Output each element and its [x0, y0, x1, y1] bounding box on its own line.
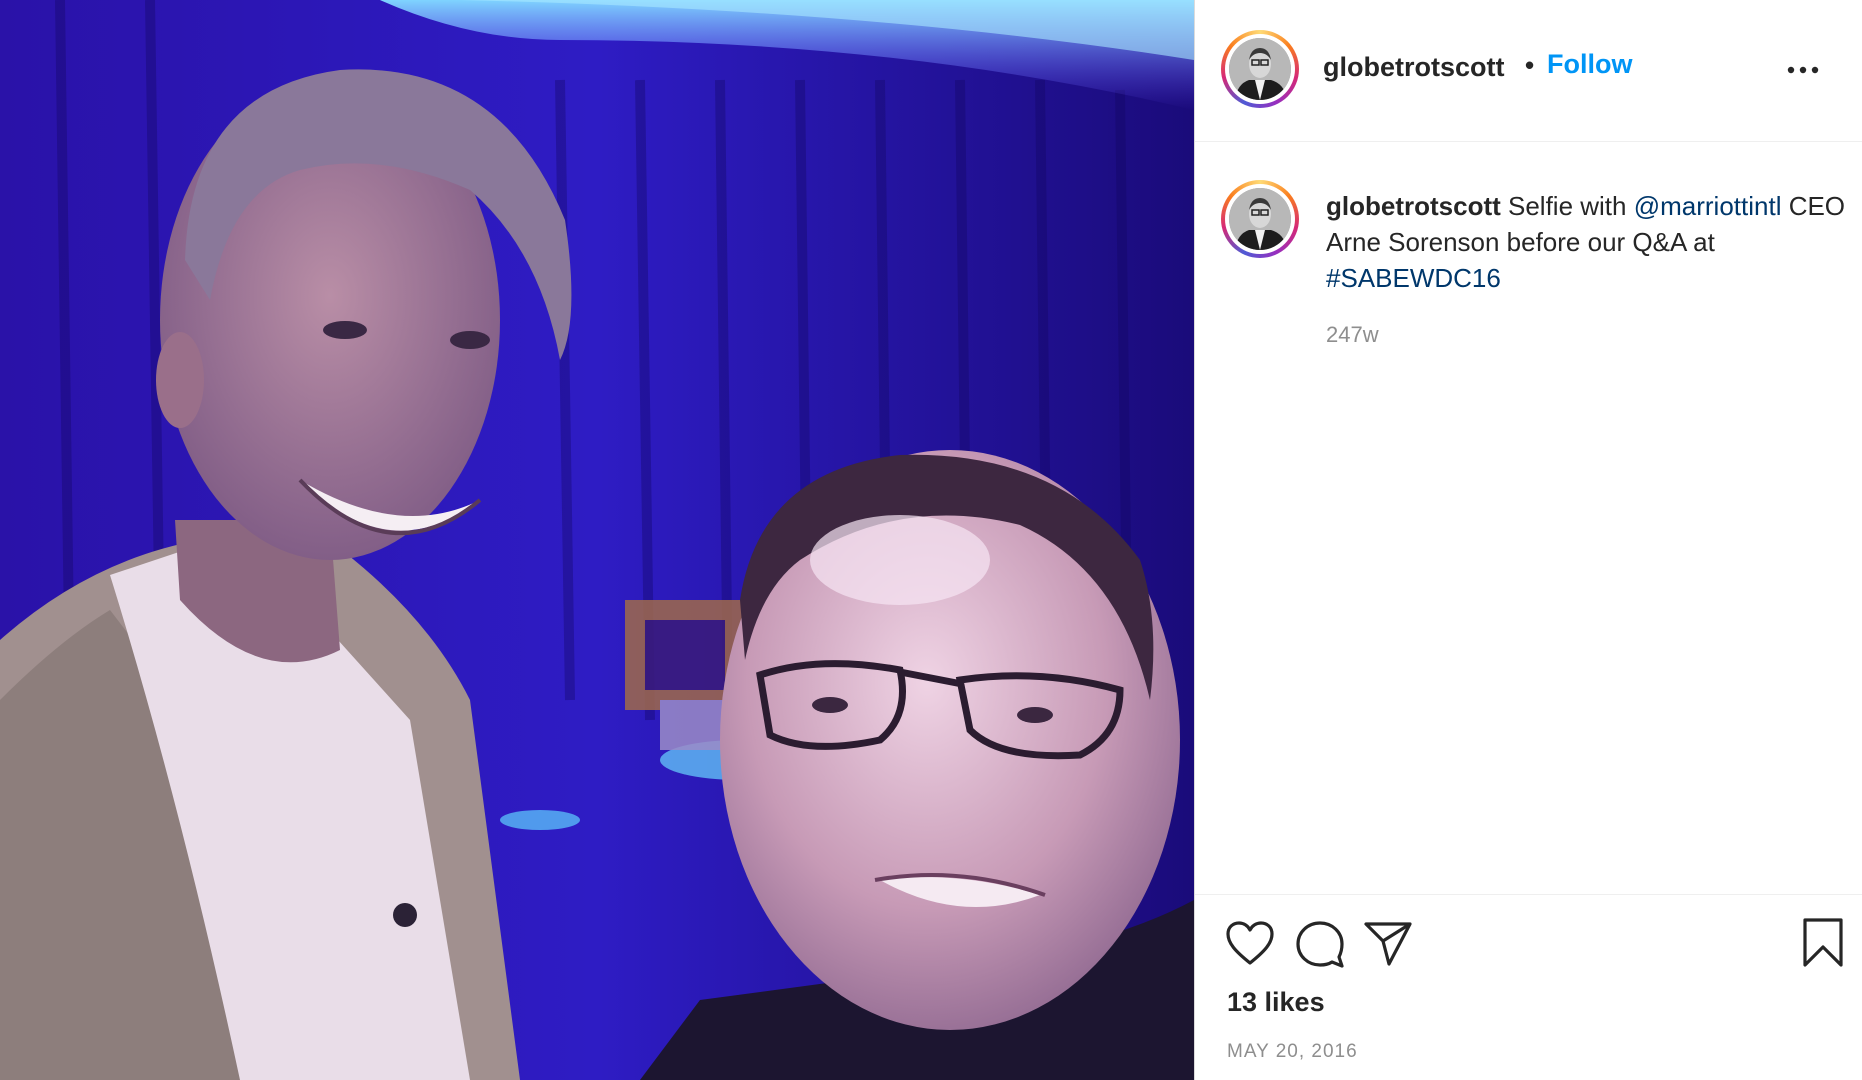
post-header: globetrotscott • Follow: [1195, 0, 1862, 142]
mention-link[interactable]: @marriottintl: [1634, 191, 1782, 221]
caption-avatar-image: [1229, 188, 1291, 250]
hashtag-link[interactable]: #SABEWDC16: [1326, 263, 1501, 293]
caption-avatar[interactable]: [1221, 180, 1299, 258]
post-date[interactable]: MAY 20, 2016: [1227, 1041, 1358, 1063]
caption-section: globetrotscott Selfie with @marriottintl…: [1195, 142, 1862, 894]
post-sidebar: globetrotscott • Follow globetrotscott S…: [1194, 0, 1862, 1080]
comment-icon[interactable]: [1295, 919, 1345, 974]
caption-username[interactable]: globetrotscott: [1326, 191, 1501, 221]
share-icon[interactable]: [1363, 919, 1413, 972]
caption-body-1: Selfie with: [1500, 191, 1634, 221]
avatar-image: [1229, 38, 1291, 100]
caption-text: globetrotscott Selfie with @marriottintl…: [1326, 188, 1846, 296]
instagram-post: globetrotscott • Follow globetrotscott S…: [0, 0, 1862, 1080]
caption-age[interactable]: 247w: [1326, 322, 1379, 348]
post-username[interactable]: globetrotscott: [1323, 52, 1505, 83]
post-photo[interactable]: [0, 0, 1194, 1080]
separator-dot: •: [1525, 50, 1535, 80]
more-options-icon[interactable]: [1783, 58, 1823, 82]
selfie-image: [0, 0, 1194, 1080]
likes-count[interactable]: 13 likes: [1227, 987, 1325, 1018]
avatar[interactable]: [1221, 30, 1299, 108]
action-bar: 13 likes MAY 20, 2016: [1195, 894, 1862, 1080]
follow-button[interactable]: Follow: [1547, 49, 1632, 80]
heart-icon[interactable]: [1225, 921, 1275, 972]
bookmark-icon[interactable]: [1801, 917, 1845, 974]
